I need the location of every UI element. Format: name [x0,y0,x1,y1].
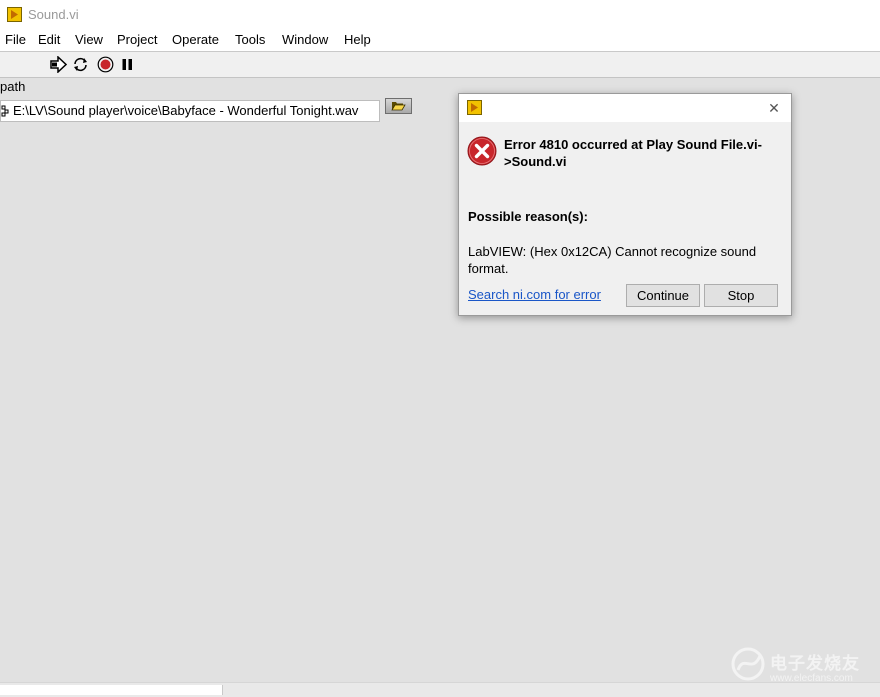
abort-execution-icon[interactable] [97,56,114,73]
search-ni-link[interactable]: Search ni.com for error [468,287,601,302]
path-control-label: path [0,79,26,94]
continue-button[interactable]: Continue [626,284,700,307]
error-title: Error 4810 occurred at Play Sound File.v… [504,137,762,169]
watermark: 电子发烧友 www.elecfans.com [730,640,870,690]
stop-button[interactable]: Stop [704,284,778,307]
menu-window[interactable]: Window [282,32,328,47]
watermark-logo-icon [731,647,765,681]
folder-open-icon [391,102,406,111]
toolbar [0,52,880,78]
path-value: E:\LV\Sound player\voice\Babyface - Wond… [13,103,359,118]
watermark-text: 电子发烧友 [770,654,860,673]
window-title: Sound.vi [28,7,79,22]
menu-tools[interactable]: Tools [235,32,265,47]
reason-text: LabVIEW: (Hex 0x12CA) Cannot recognize s… [468,244,757,276]
error-dialog: ✕ Error 4810 occurred at Play Sound File… [458,93,792,316]
error-icon [467,136,497,166]
path-input[interactable]: E:\LV\Sound player\voice\Babyface - Wond… [0,100,380,122]
menu-operate[interactable]: Operate [172,32,219,47]
run-arrow-icon[interactable] [50,56,67,73]
scroll-thumb[interactable] [0,685,223,695]
watermark-url: www.elecfans.com [770,673,853,684]
menu-view[interactable]: View [75,32,103,47]
menu-file[interactable]: File [5,32,26,47]
menu-bar: File Edit View Project Operate Tools Win… [0,29,880,52]
path-type-icon [1,105,9,117]
menu-project[interactable]: Project [117,32,157,47]
menu-edit[interactable]: Edit [38,32,60,47]
menu-help[interactable]: Help [344,32,371,47]
labview-vi-icon [7,7,22,22]
pause-icon[interactable] [119,56,136,73]
dialog-titlebar: ✕ [459,94,791,122]
browse-button[interactable] [385,98,412,114]
run-continuously-icon[interactable] [72,56,89,73]
reason-heading: Possible reason(s): [468,209,588,224]
labview-app-icon [467,100,482,115]
window-titlebar: Sound.vi [0,0,880,29]
close-icon[interactable]: ✕ [763,98,785,118]
